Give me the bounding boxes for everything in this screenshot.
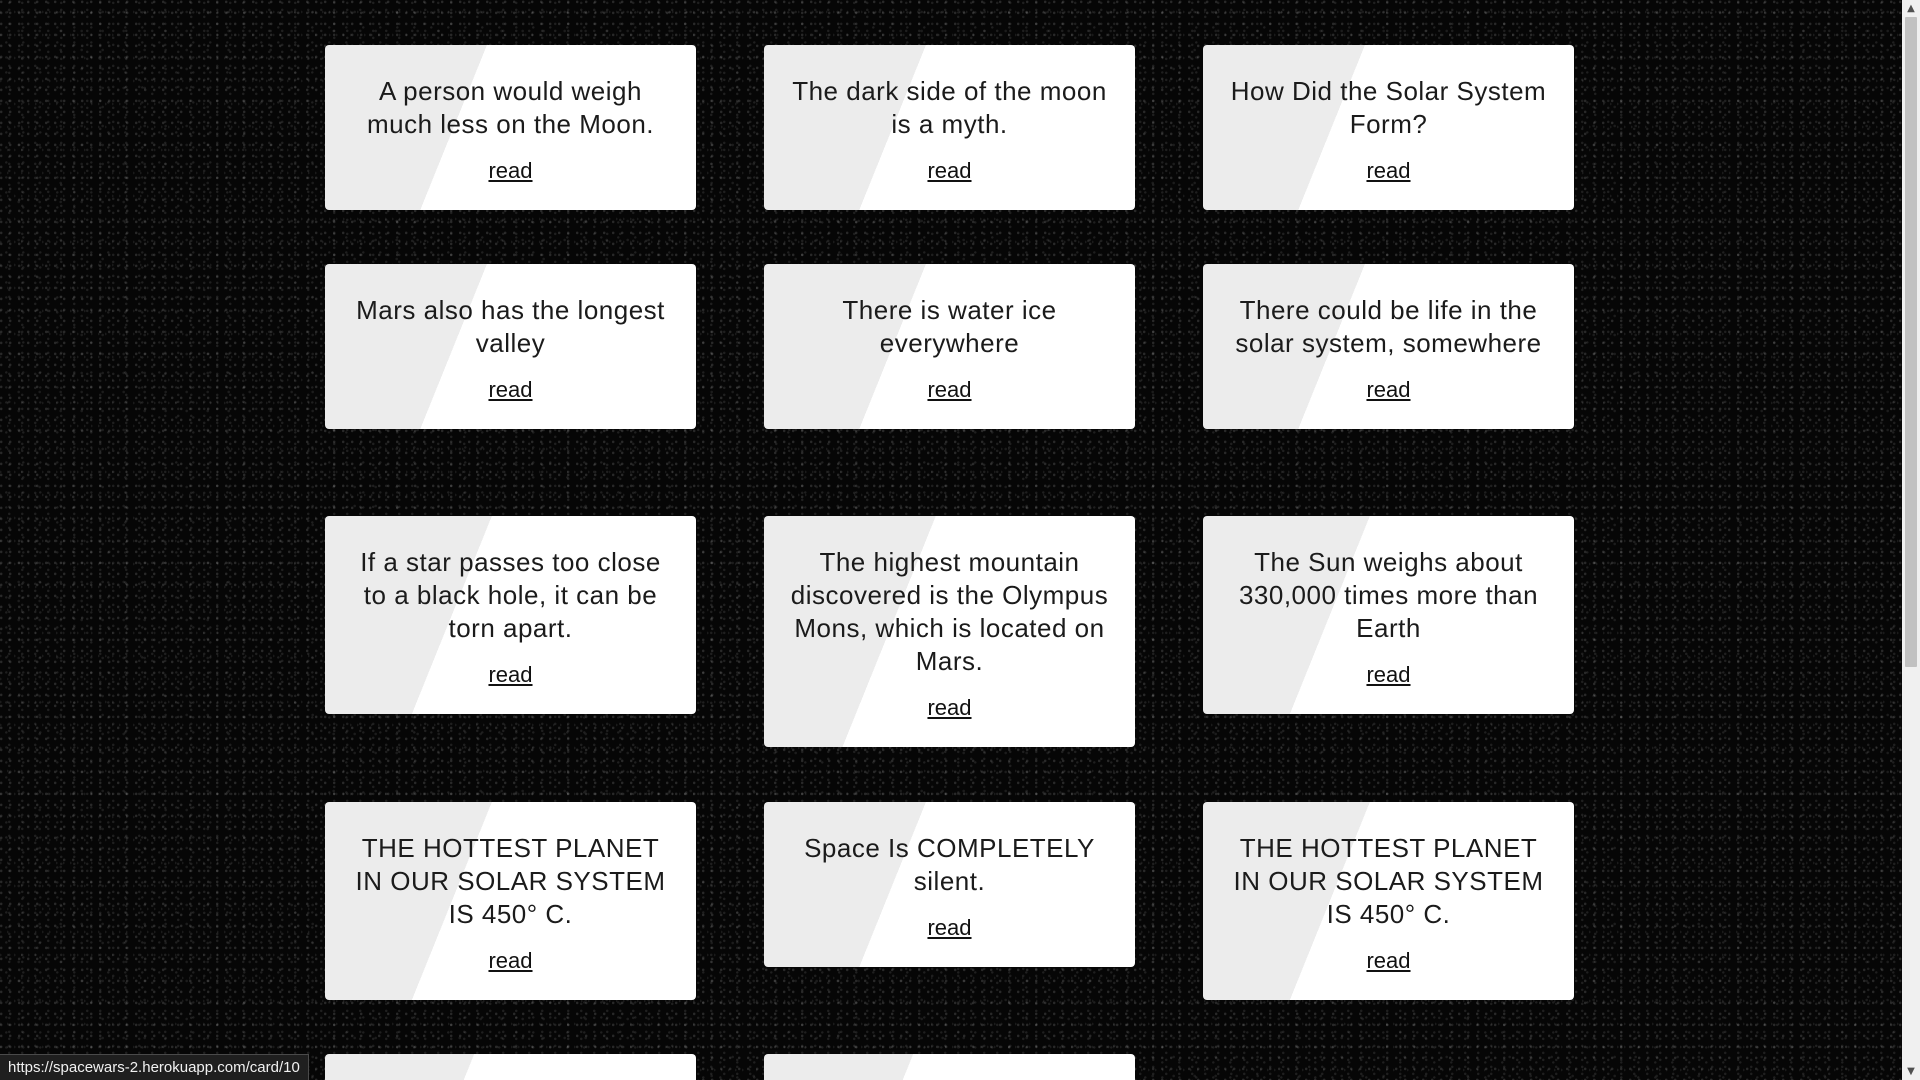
scroll-down-icon[interactable]: ▼ bbox=[1902, 1063, 1920, 1080]
fact-card: If a star passes too close to a black ho… bbox=[325, 516, 696, 714]
scrollbar-thumb[interactable] bbox=[1905, 17, 1917, 667]
card-text: How Did the Solar System Form? bbox=[1230, 76, 1547, 139]
read-link[interactable]: read bbox=[1366, 661, 1410, 689]
card-text: Mars also has the longest valley bbox=[356, 295, 665, 358]
card-text: There could be life in the solar system,… bbox=[1235, 295, 1542, 358]
fact-card: Space Is COMPLETELY silent. read bbox=[764, 802, 1135, 967]
card-text: The dark side of the moon is a myth. bbox=[792, 76, 1107, 139]
fact-card: There is water ice everywhere read bbox=[764, 264, 1135, 429]
fact-card: How Did the Solar System Form? read bbox=[1203, 45, 1574, 210]
card-text: A person would weigh much less on the Mo… bbox=[366, 76, 655, 139]
fact-card: The Sun weighs about 330,000 times more … bbox=[1203, 516, 1574, 714]
read-link[interactable]: read bbox=[488, 661, 532, 689]
fact-card: Mars also has the longest valley read bbox=[325, 264, 696, 429]
fact-card-partial bbox=[764, 1054, 1135, 1080]
fact-card: The dark side of the moon is a myth. rea… bbox=[764, 45, 1135, 210]
card-text: The Sun weighs about 330,000 times more … bbox=[1238, 547, 1539, 643]
fact-card: THE HOTTEST PLANET IN OUR SOLAR SYSTEM I… bbox=[325, 802, 696, 1000]
card-text: THE HOTTEST PLANET IN OUR SOLAR SYSTEM I… bbox=[355, 833, 666, 929]
read-link[interactable]: read bbox=[1366, 947, 1410, 975]
browser-status-url: https://spacewars-2.herokuapp.com/card/1… bbox=[0, 1054, 309, 1080]
read-link[interactable]: read bbox=[927, 914, 971, 942]
card-text: Space Is COMPLETELY silent. bbox=[804, 833, 1095, 896]
read-link[interactable]: read bbox=[927, 376, 971, 404]
fact-card: The highest mountain discovered is the O… bbox=[764, 516, 1135, 747]
read-link[interactable]: read bbox=[1366, 157, 1410, 185]
card-text: There is water ice everywhere bbox=[842, 295, 1057, 358]
fact-card: There could be life in the solar system,… bbox=[1203, 264, 1574, 429]
browser-viewport: A person would weigh much less on the Mo… bbox=[0, 0, 1920, 1080]
card-text: THE HOTTEST PLANET IN OUR SOLAR SYSTEM I… bbox=[1233, 833, 1544, 929]
fact-card-partial bbox=[325, 1054, 696, 1080]
read-link[interactable]: read bbox=[488, 157, 532, 185]
card-text: If a star passes too close to a black ho… bbox=[360, 547, 661, 643]
page-content: A person would weigh much less on the Mo… bbox=[0, 0, 1902, 1080]
read-link[interactable]: read bbox=[1366, 376, 1410, 404]
vertical-scrollbar[interactable]: ▲ ▼ bbox=[1902, 0, 1920, 1080]
fact-card: A person would weigh much less on the Mo… bbox=[325, 45, 696, 210]
fact-card: THE HOTTEST PLANET IN OUR SOLAR SYSTEM I… bbox=[1203, 802, 1574, 1000]
read-link[interactable]: read bbox=[927, 157, 971, 185]
read-link[interactable]: read bbox=[488, 376, 532, 404]
read-link[interactable]: read bbox=[927, 694, 971, 722]
read-link[interactable]: read bbox=[488, 947, 532, 975]
card-text: The highest mountain discovered is the O… bbox=[790, 547, 1109, 676]
scroll-up-icon[interactable]: ▲ bbox=[1902, 0, 1920, 17]
